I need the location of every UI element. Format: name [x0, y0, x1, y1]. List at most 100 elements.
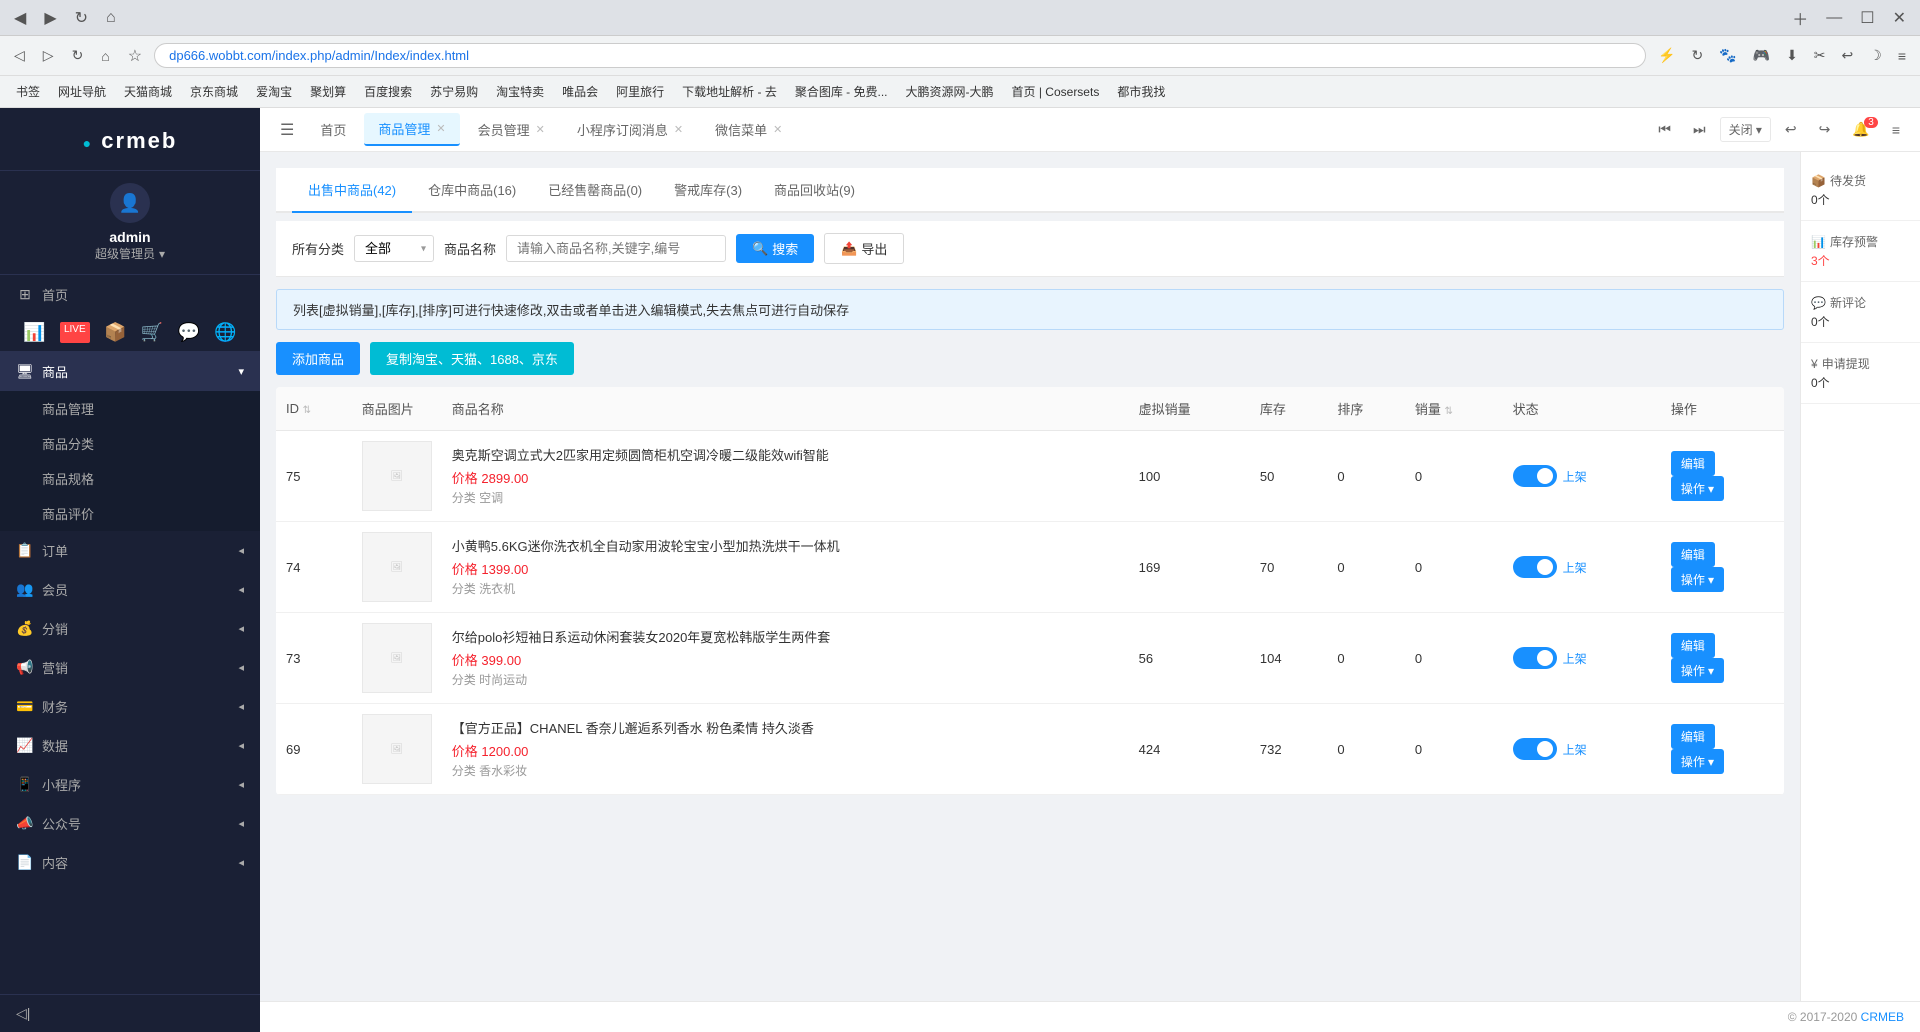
sidebar-item-home[interactable]: ⊞ 首页: [0, 275, 260, 314]
sidebar-item-orders[interactable]: 📋 订单 ◂: [0, 531, 260, 570]
sidebar-item-wechat[interactable]: 📣 公众号 ◂: [0, 804, 260, 843]
product-tab[interactable]: 仓库中商品(16): [412, 168, 532, 213]
redo-btn[interactable]: ↪: [1811, 117, 1839, 142]
more-button[interactable]: 操作 ▾: [1671, 658, 1724, 683]
bookmark-item[interactable]: 爱淘宝: [248, 80, 300, 103]
status-toggle[interactable]: [1513, 556, 1557, 578]
sidebar-submenu-item[interactable]: 商品规格: [0, 461, 260, 496]
hamburger-icon[interactable]: ☰: [272, 114, 302, 146]
address-bar[interactable]: [154, 43, 1646, 68]
product-tab[interactable]: 已经售罄商品(0): [532, 168, 658, 213]
sidebar-item-products[interactable]: 🖥 商品 ▾: [0, 352, 260, 391]
sidebar-submenu-item[interactable]: 商品分类: [0, 426, 260, 461]
edit-button[interactable]: 编辑: [1671, 633, 1715, 658]
bookmark-item[interactable]: 天猫商城: [116, 80, 180, 103]
bookmark-item[interactable]: 淘宝特卖: [488, 80, 552, 103]
bookmark-item[interactable]: 聚划算: [302, 80, 354, 103]
status-toggle[interactable]: [1513, 465, 1557, 487]
nav-reload-btn[interactable]: ↻: [66, 43, 90, 68]
more-button[interactable]: 操作 ▾: [1671, 749, 1724, 774]
sidebar-item-finance[interactable]: 💳 财务 ◂: [0, 687, 260, 726]
sidebar-item-marketing[interactable]: 📢 营销 ◂: [0, 648, 260, 687]
more-button[interactable]: 操作 ▾: [1671, 476, 1724, 501]
sidebar-icon-message[interactable]: 💬: [178, 322, 200, 343]
bookmark-item[interactable]: 大鹏资源网-大鹏: [898, 80, 1002, 103]
product-tab[interactable]: 警戒库存(3): [658, 168, 758, 213]
bookmark-item[interactable]: 书签: [8, 80, 48, 103]
bookmark-item[interactable]: 首页 | Cosersets: [1004, 80, 1108, 103]
sort-icon[interactable]: ⇅: [1445, 406, 1453, 417]
bookmark-item[interactable]: 阿里旅行: [608, 80, 672, 103]
browser-close[interactable]: ✕: [1887, 4, 1912, 32]
right-panel-item[interactable]: 💬 新评论 0个: [1801, 282, 1920, 343]
add-product-button[interactable]: 添加商品: [276, 342, 360, 375]
bookmark-item[interactable]: 下载地址解析 - 去: [674, 80, 785, 103]
sidebar-submenu-item[interactable]: 商品管理: [0, 391, 260, 426]
row-stock[interactable]: 50: [1250, 431, 1327, 522]
tab-close-icon[interactable]: ✕: [773, 123, 782, 136]
row-virtual-sales[interactable]: 56: [1129, 613, 1250, 704]
row-virtual-sales[interactable]: 424: [1129, 704, 1250, 795]
browser-add-tab[interactable]: ＋: [1786, 2, 1814, 34]
row-stock[interactable]: 104: [1250, 613, 1327, 704]
top-tab[interactable]: 商品管理✕: [364, 113, 459, 146]
edit-button[interactable]: 编辑: [1671, 451, 1715, 476]
tab-close-icon[interactable]: ✕: [536, 123, 545, 136]
sidebar-icon-products[interactable]: 📦: [104, 322, 126, 343]
top-tab[interactable]: 首页: [306, 113, 360, 146]
tab-nav-last[interactable]: ⏭: [1685, 117, 1714, 142]
tab-close-icon[interactable]: ✕: [674, 123, 683, 136]
product-name-input[interactable]: [506, 235, 726, 262]
toolbar-icon-game[interactable]: 🎮: [1747, 43, 1776, 68]
toolbar-icon-refresh[interactable]: ↻: [1685, 43, 1709, 68]
row-sort[interactable]: 0: [1327, 704, 1404, 795]
bookmark-item[interactable]: 苏宁易购: [422, 80, 486, 103]
right-panel-item[interactable]: 📦 待发货 0个: [1801, 160, 1920, 221]
browser-back[interactable]: ◀: [8, 4, 32, 32]
status-toggle[interactable]: [1513, 647, 1557, 669]
sidebar-item-miniprogram[interactable]: 📱 小程序 ◂: [0, 765, 260, 804]
toolbar-icon-moon[interactable]: ☽: [1863, 43, 1888, 68]
star-btn[interactable]: ☆: [122, 42, 148, 70]
sidebar-item-members[interactable]: 👥 会员 ◂: [0, 570, 260, 609]
close-tab-btn[interactable]: 关闭 ▾: [1720, 117, 1771, 142]
toolbar-icon-security[interactable]: ⚡: [1652, 43, 1681, 68]
toolbar-icon-scissors[interactable]: ✂: [1808, 43, 1832, 68]
user-role[interactable]: 超级管理员 ▾: [95, 245, 165, 262]
category-select[interactable]: 全部: [354, 235, 434, 262]
row-sort[interactable]: 0: [1327, 613, 1404, 704]
nav-home-btn[interactable]: ⌂: [95, 44, 115, 68]
top-tab[interactable]: 会员管理✕: [464, 113, 559, 146]
right-panel-item[interactable]: 📊 库存预警 3个: [1801, 221, 1920, 282]
sidebar-item-content[interactable]: 📄 内容 ◂: [0, 843, 260, 882]
sidebar-submenu-item[interactable]: 商品评价: [0, 496, 260, 531]
product-tab[interactable]: 商品回收站(9): [758, 168, 871, 213]
copy-product-button[interactable]: 复制淘宝、天猫、1688、京东: [370, 342, 574, 375]
sidebar-item-data[interactable]: 📈 数据 ◂: [0, 726, 260, 765]
bookmark-item[interactable]: 京东商城: [182, 80, 246, 103]
tab-close-icon[interactable]: ✕: [436, 122, 445, 135]
row-sort[interactable]: 0: [1327, 522, 1404, 613]
sidebar-icon-dashboard[interactable]: 📊: [23, 322, 45, 343]
edit-button[interactable]: 编辑: [1671, 724, 1715, 749]
row-sort[interactable]: 0: [1327, 431, 1404, 522]
row-stock[interactable]: 732: [1250, 704, 1327, 795]
notification-bell[interactable]: 🔔 3: [1844, 117, 1877, 142]
nav-forward-btn[interactable]: ▷: [37, 43, 60, 68]
search-button[interactable]: 🔍 搜索: [736, 234, 814, 263]
table-header-cell[interactable]: 销量 ⇅: [1405, 387, 1503, 431]
row-virtual-sales[interactable]: 169: [1129, 522, 1250, 613]
product-tab[interactable]: 出售中商品(42): [292, 168, 412, 213]
sort-icon[interactable]: ⇅: [303, 405, 311, 416]
browser-home[interactable]: ⌂: [100, 5, 122, 31]
export-button[interactable]: 📤 导出: [824, 233, 904, 264]
right-panel-item[interactable]: ¥ 申请提现 0个: [1801, 343, 1920, 404]
bookmark-item[interactable]: 聚合图库 - 免费...: [787, 80, 896, 103]
status-toggle[interactable]: [1513, 738, 1557, 760]
toolbar-icon-download[interactable]: ⬇: [1780, 43, 1804, 68]
sidebar-collapse-btn[interactable]: ◁|: [0, 994, 260, 1032]
browser-reload[interactable]: ↻: [69, 4, 94, 32]
browser-minimize[interactable]: —: [1820, 5, 1848, 31]
bookmark-item[interactable]: 都市我找: [1109, 80, 1173, 103]
sidebar-icon-cart[interactable]: 🛒: [141, 322, 163, 343]
